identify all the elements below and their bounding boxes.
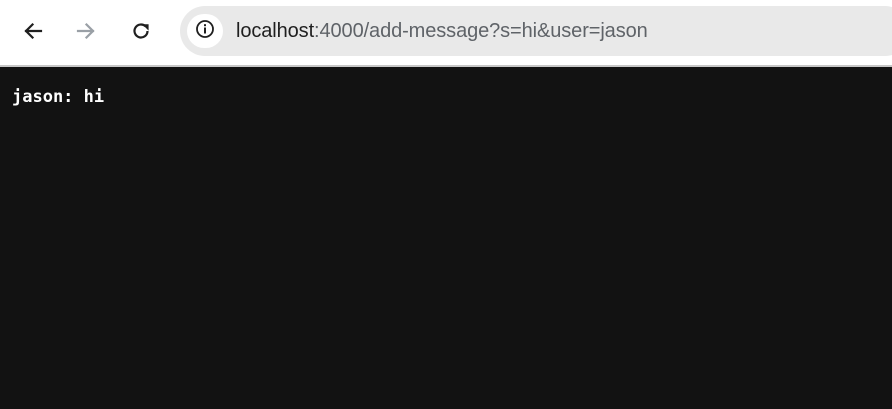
url-path-query: :4000/add-message?s=hi&user=jason bbox=[314, 20, 648, 42]
site-info-button[interactable] bbox=[187, 14, 223, 48]
browser-toolbar: localhost:4000/add-message?s=hi&user=jas… bbox=[0, 0, 892, 67]
forward-button[interactable] bbox=[66, 11, 106, 51]
back-button[interactable] bbox=[13, 11, 53, 51]
message-text: jason: hi bbox=[12, 87, 105, 107]
address-bar[interactable]: localhost:4000/add-message?s=hi&user=jas… bbox=[180, 6, 892, 56]
address-url[interactable]: localhost:4000/add-message?s=hi&user=jas… bbox=[236, 6, 648, 56]
page-content: jason: hi bbox=[0, 67, 892, 409]
url-host: localhost bbox=[236, 20, 315, 42]
arrow-right-icon bbox=[75, 20, 97, 42]
arrow-left-icon bbox=[22, 20, 44, 42]
info-icon bbox=[195, 19, 215, 44]
reload-icon bbox=[130, 20, 152, 42]
reload-button[interactable] bbox=[121, 11, 161, 51]
